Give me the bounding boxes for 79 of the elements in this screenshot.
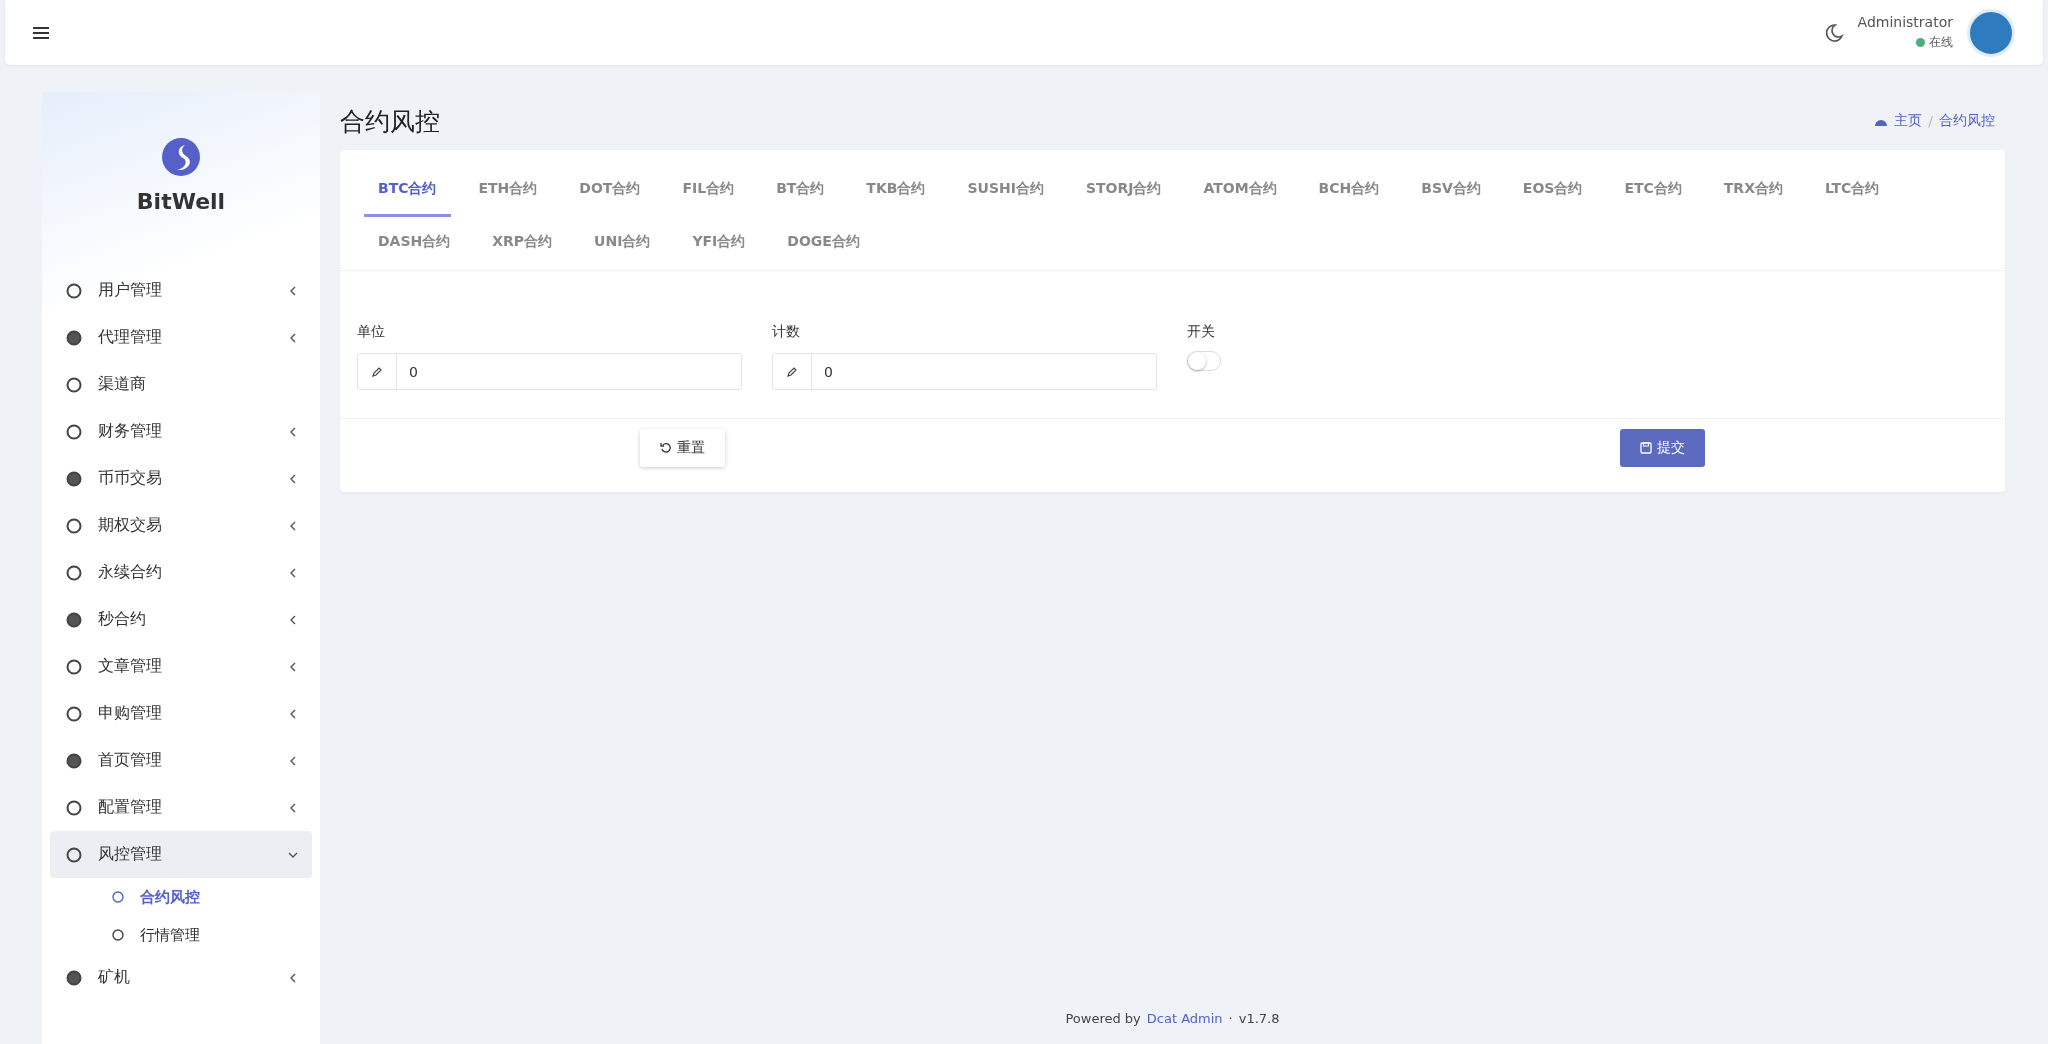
tab[interactable]: SUSHI合约: [953, 164, 1058, 217]
tab[interactable]: TKB合约: [852, 164, 940, 217]
circle-icon: [66, 517, 82, 534]
tab[interactable]: DOGE合约: [773, 217, 874, 270]
menu-item[interactable]: 矿机: [50, 954, 312, 1001]
circle-icon: [66, 423, 82, 440]
submenu-item[interactable]: 合约风控: [50, 878, 312, 916]
menu-item[interactable]: 币币交易: [50, 455, 312, 502]
circle-icon: [66, 752, 82, 769]
pencil-icon: [371, 365, 383, 378]
status-text: 在线: [1929, 34, 1953, 51]
submit-button[interactable]: 提交: [1620, 429, 1705, 467]
tab[interactable]: BSV合约: [1407, 164, 1495, 217]
input-field[interactable]: 0: [772, 353, 1157, 390]
user-name: Administrator: [1857, 14, 1953, 30]
circle-icon: [66, 611, 82, 628]
breadcrumb-link[interactable]: 合约风控: [1939, 112, 1995, 130]
input-field[interactable]: 0: [357, 353, 742, 390]
menu-item[interactable]: 期权交易: [50, 502, 312, 549]
field-label: 开关: [1187, 323, 1216, 341]
field-label: 计数: [772, 323, 801, 341]
breadcrumb-link[interactable]: 主页: [1894, 112, 1923, 130]
brand-name: BitWell: [136, 189, 226, 214]
tab[interactable]: DOT合约: [565, 164, 655, 217]
circle-icon: [112, 891, 124, 903]
tab[interactable]: STORJ合约: [1071, 164, 1176, 217]
tab[interactable]: XRP合约: [478, 217, 567, 270]
circle-icon: [66, 470, 82, 487]
circle-icon: [66, 564, 82, 581]
tab[interactable]: YFI合约: [678, 217, 760, 270]
circle-icon: [66, 282, 82, 299]
circle-icon: [66, 705, 82, 722]
undo-icon: [660, 442, 672, 454]
tab[interactable]: EOS合约: [1508, 164, 1597, 217]
breadcrumb-separator: /: [1928, 113, 1933, 129]
menu-item[interactable]: 申购管理: [50, 690, 312, 737]
reset-button[interactable]: 重置: [640, 429, 725, 467]
toggle-switch[interactable]: [1187, 351, 1221, 371]
tab[interactable]: UNI合约: [580, 217, 665, 270]
menu-item[interactable]: 永续合约: [50, 549, 312, 596]
moon-icon[interactable]: [1823, 22, 1844, 43]
tab[interactable]: BTC合约: [364, 164, 451, 217]
page-title: 合约风控: [340, 105, 440, 138]
footer-text: Powered by: [1065, 1011, 1141, 1026]
tab[interactable]: ETH合约: [464, 164, 552, 217]
footer-link[interactable]: Dcat Admin: [1146, 1011, 1223, 1026]
pencil-icon: [786, 365, 798, 378]
tab[interactable]: BT合约: [762, 164, 839, 217]
circle-icon: [66, 846, 82, 863]
circle-icon: [66, 376, 82, 393]
menu-item[interactable]: 用户管理: [50, 267, 312, 314]
menu-icon[interactable]: [33, 25, 49, 40]
circle-icon: [66, 969, 82, 986]
field-label: 单位: [357, 323, 386, 341]
version-text: v1.7.8: [1238, 1011, 1280, 1026]
tab[interactable]: BCH合约: [1304, 164, 1394, 217]
logo-icon: [161, 137, 201, 177]
tab[interactable]: ETC合约: [1610, 164, 1696, 217]
menu-item[interactable]: 财务管理: [50, 408, 312, 455]
menu-item[interactable]: 风控管理: [50, 831, 312, 878]
tab[interactable]: FIL合约: [668, 164, 749, 217]
menu-item[interactable]: 渠道商: [50, 361, 312, 408]
tab[interactable]: DASH合约: [364, 217, 465, 270]
tab[interactable]: LTC合约: [1810, 164, 1894, 217]
circle-icon: [66, 329, 82, 346]
circle-icon: [112, 929, 124, 941]
tab[interactable]: ATOM合约: [1189, 164, 1291, 217]
avatar[interactable]: [1967, 8, 2015, 57]
menu-item[interactable]: 配置管理: [50, 784, 312, 831]
circle-icon: [66, 799, 82, 816]
menu-item[interactable]: 代理管理: [50, 314, 312, 361]
tab[interactable]: TRX合约: [1709, 164, 1797, 217]
circle-icon: [66, 658, 82, 675]
save-icon: [1640, 442, 1652, 454]
menu-item[interactable]: 秒合约: [50, 596, 312, 643]
footer-separator: ·: [1228, 1011, 1233, 1026]
menu-item[interactable]: 文章管理: [50, 643, 312, 690]
menu-item[interactable]: 首页管理: [50, 737, 312, 784]
submenu-item[interactable]: 行情管理: [50, 916, 312, 954]
